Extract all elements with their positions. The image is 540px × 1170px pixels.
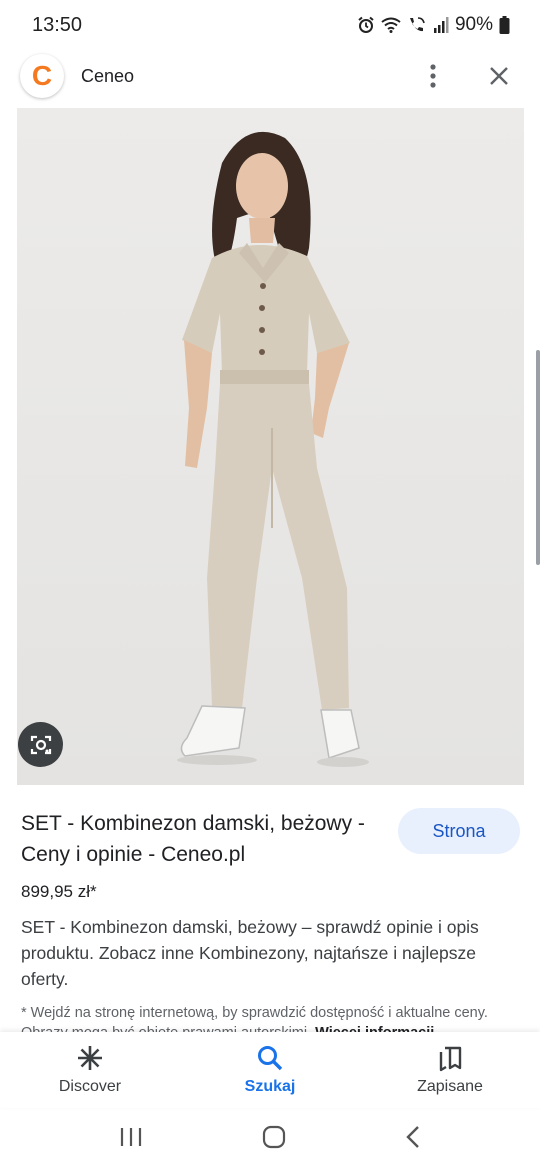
site-name: Ceneo	[81, 65, 135, 86]
close-icon	[490, 67, 508, 85]
nav-discover[interactable]: Discover	[0, 1032, 180, 1108]
search-icon	[258, 1046, 283, 1071]
lens-button[interactable]	[18, 722, 63, 767]
signal-icon	[433, 17, 449, 33]
header-actions	[420, 63, 520, 89]
alarm-icon	[357, 16, 375, 34]
battery-percent: 90%	[454, 14, 493, 35]
site-logo-letter: C	[31, 60, 53, 91]
product-image[interactable]	[17, 108, 524, 785]
discover-asterisk-icon	[78, 1046, 102, 1070]
more-vert-icon	[430, 64, 436, 88]
recent-apps-button[interactable]	[119, 1126, 143, 1153]
wifi-icon	[381, 17, 401, 33]
battery-icon	[499, 16, 510, 34]
visit-site-button[interactable]: Strona	[398, 808, 520, 854]
site-logo: C	[20, 54, 64, 98]
wifi-calling-icon	[407, 16, 427, 34]
nav-saved[interactable]: Zapisane	[360, 1032, 540, 1108]
product-photo	[17, 108, 524, 785]
back-button[interactable]	[405, 1125, 421, 1154]
close-button[interactable]	[486, 63, 512, 89]
nav-discover-label: Discover	[58, 1078, 122, 1095]
scrollbar[interactable]	[536, 350, 540, 565]
result-title[interactable]: SET - Kombinezon damski, beżowy - Ceny i…	[21, 808, 381, 870]
app-header: C Ceneo	[0, 50, 540, 102]
back-icon	[405, 1125, 419, 1148]
result-price: 899,95 zł*	[21, 882, 97, 901]
status-icons: 90%	[357, 14, 510, 36]
result-description: SET - Kombinezon damski, beżowy – sprawd…	[21, 917, 479, 989]
nav-search-label: Szukaj	[244, 1078, 296, 1095]
collections-icon	[439, 1046, 462, 1072]
home-button[interactable]	[262, 1125, 286, 1154]
google-lens-icon	[30, 735, 51, 754]
recent-apps-icon	[121, 1127, 142, 1146]
nav-saved-label: Zapisane	[417, 1078, 483, 1095]
result-disclaimer: * Wejdź na stronę internetową, by sprawd…	[21, 1003, 511, 1033]
nav-search[interactable]: Szukaj	[180, 1032, 360, 1108]
status-time: 13:50	[32, 13, 83, 36]
system-navigation	[0, 1108, 540, 1170]
home-icon	[262, 1125, 286, 1148]
status-bar: 13:50 90%	[0, 0, 540, 50]
more-options-button[interactable]	[420, 63, 446, 89]
bottom-navigation: Discover Szukaj Zapisane	[0, 1032, 540, 1108]
